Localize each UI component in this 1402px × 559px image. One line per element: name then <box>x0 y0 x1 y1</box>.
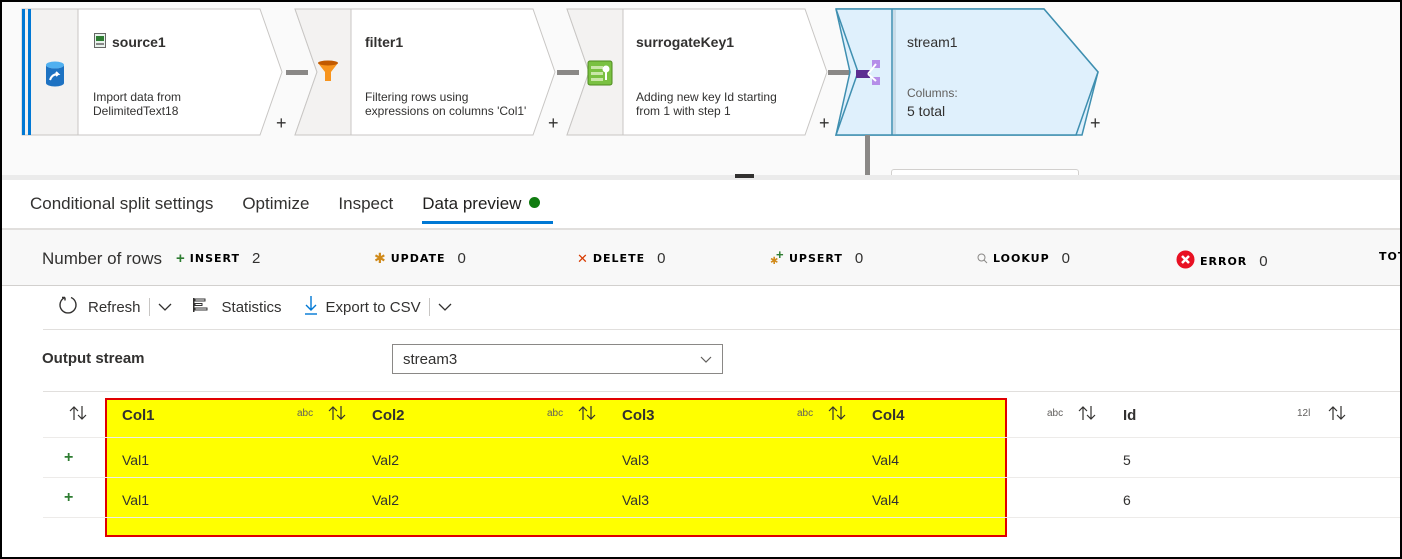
sort-icon[interactable] <box>327 404 347 427</box>
table-cell: Val2 <box>372 452 399 468</box>
integer-type-icon: 12l <box>1297 408 1311 419</box>
refresh-icon <box>58 295 78 319</box>
error-icon <box>1176 250 1195 272</box>
toolbar-divider <box>43 329 1400 330</box>
table-cell: Val3 <box>622 452 649 468</box>
table-cell: 5 <box>1123 452 1131 468</box>
tab-data-preview[interactable]: Data preview <box>422 194 554 224</box>
refresh-button[interactable]: Refresh <box>58 295 141 319</box>
output-stream-label: Output stream <box>42 350 145 367</box>
preview-toolbar: Refresh Statistics Export to CSV <box>58 295 452 319</box>
column-header-col1[interactable]: Col1 <box>122 407 155 424</box>
node-stream1[interactable]: stream1 Columns: 5 total + <box>834 8 1116 136</box>
statistics-icon <box>192 297 208 317</box>
columns-label: Columns: <box>907 86 958 100</box>
node-filter1[interactable]: filter1 Filtering rows using expressions… <box>294 8 565 136</box>
toolbar-separator <box>428 298 430 316</box>
insert-marker-icon: + <box>64 449 74 466</box>
node-description: Import data from DelimitedText18 <box>93 90 182 118</box>
node-title: surrogateKey1 <box>636 34 735 50</box>
count-total: TOT <box>1379 250 1400 263</box>
add-node-button[interactable]: + <box>1090 113 1101 134</box>
column-header-col2[interactable]: Col2 <box>372 407 405 424</box>
count-upsert: ✱ + UPSERT 0 <box>770 246 864 268</box>
node-description: Adding new key Id starting from 1 with s… <box>636 90 777 118</box>
node-source1[interactable]: source1 Import data from DelimitedText18… <box>21 8 292 136</box>
status-dot-icon <box>529 197 541 208</box>
sort-icon[interactable] <box>1327 404 1347 427</box>
branch-connector-line <box>865 135 870 175</box>
count-update: ✱ UPDATE 0 <box>374 250 466 267</box>
count-error: ERROR 0 <box>1176 250 1268 272</box>
node-surrogatekey1[interactable]: surrogateKey1 Adding new key Id starting… <box>566 8 837 136</box>
string-type-icon: abc <box>1047 408 1064 419</box>
panel-splitter[interactable] <box>2 175 1400 180</box>
refresh-options-chevron-icon[interactable] <box>158 299 172 316</box>
table-cell: Val1 <box>122 492 149 508</box>
row-counts-bar: Number of rows + INSERT 2 ✱ UPDATE 0 ✕ D… <box>2 229 1400 286</box>
statistics-button[interactable]: Statistics <box>192 297 282 317</box>
output-stream-dropdown[interactable]: stream3 <box>392 344 723 374</box>
filter-funnel-icon <box>317 60 339 89</box>
column-header-id[interactable]: Id <box>1123 407 1136 424</box>
add-node-button[interactable]: + <box>819 113 830 134</box>
node-description: Filtering rows using expressions on colu… <box>365 90 527 118</box>
csv-file-icon <box>94 33 106 53</box>
download-arrow-icon <box>304 295 318 319</box>
insert-marker-icon: + <box>64 489 74 506</box>
search-icon <box>977 251 988 267</box>
column-header-col4[interactable]: Col4 <box>872 407 905 424</box>
x-icon: ✕ <box>577 250 588 266</box>
table-cell: Val1 <box>122 452 149 468</box>
sort-icon[interactable] <box>577 404 597 427</box>
settings-tabs: Conditional split settings Optimize Insp… <box>30 194 569 224</box>
column-header-col3[interactable]: Col3 <box>622 407 655 424</box>
chevron-down-icon <box>700 351 712 368</box>
toolbar-separator <box>148 298 150 316</box>
splitter-grip[interactable] <box>735 174 754 178</box>
count-delete: ✕ DELETE 0 <box>577 250 666 267</box>
tab-conditional-split-settings[interactable]: Conditional split settings <box>30 194 213 224</box>
string-type-icon: abc <box>547 408 564 419</box>
tab-optimize[interactable]: Optimize <box>242 194 309 224</box>
string-type-icon: abc <box>297 408 314 419</box>
sort-icon[interactable] <box>827 404 847 427</box>
conditional-split-icon <box>856 60 882 91</box>
node-title: filter1 <box>365 34 404 50</box>
surrogate-key-icon <box>587 60 613 91</box>
table-cell: Val4 <box>872 492 899 508</box>
string-type-icon: abc <box>797 408 814 419</box>
export-csv-button[interactable]: Export to CSV <box>304 295 421 319</box>
export-options-chevron-icon[interactable] <box>438 299 452 316</box>
sort-icon[interactable] <box>68 404 88 427</box>
table-cell: Val2 <box>372 492 399 508</box>
count-insert: + INSERT 2 <box>176 250 261 267</box>
columns-value: 5 total <box>907 103 946 119</box>
table-cell: Val3 <box>622 492 649 508</box>
tab-inspect[interactable]: Inspect <box>338 194 393 224</box>
app-frame: source1 Import data from DelimitedText18… <box>2 2 1400 557</box>
node-title: stream1 <box>907 34 958 50</box>
table-cell: 6 <box>1123 492 1131 508</box>
add-node-button[interactable]: + <box>276 113 287 134</box>
count-lookup: LOOKUP 0 <box>977 250 1070 267</box>
plus-icon: + <box>176 250 185 267</box>
sort-icon[interactable] <box>1077 404 1097 427</box>
add-node-button[interactable]: + <box>548 113 559 134</box>
row-divider <box>43 477 1400 478</box>
row-divider <box>43 517 1400 518</box>
database-source-icon <box>45 61 65 92</box>
table-top-line <box>43 391 1400 392</box>
asterisk-icon: ✱ <box>374 250 386 266</box>
row-divider <box>43 437 1400 438</box>
table-cell: Val4 <box>872 452 899 468</box>
node-title: source1 <box>112 34 166 50</box>
pipeline-canvas: source1 Import data from DelimitedText18… <box>2 2 1400 177</box>
row-counts-label: Number of rows <box>42 249 162 268</box>
upsert-icon: ✱ + <box>770 246 784 267</box>
